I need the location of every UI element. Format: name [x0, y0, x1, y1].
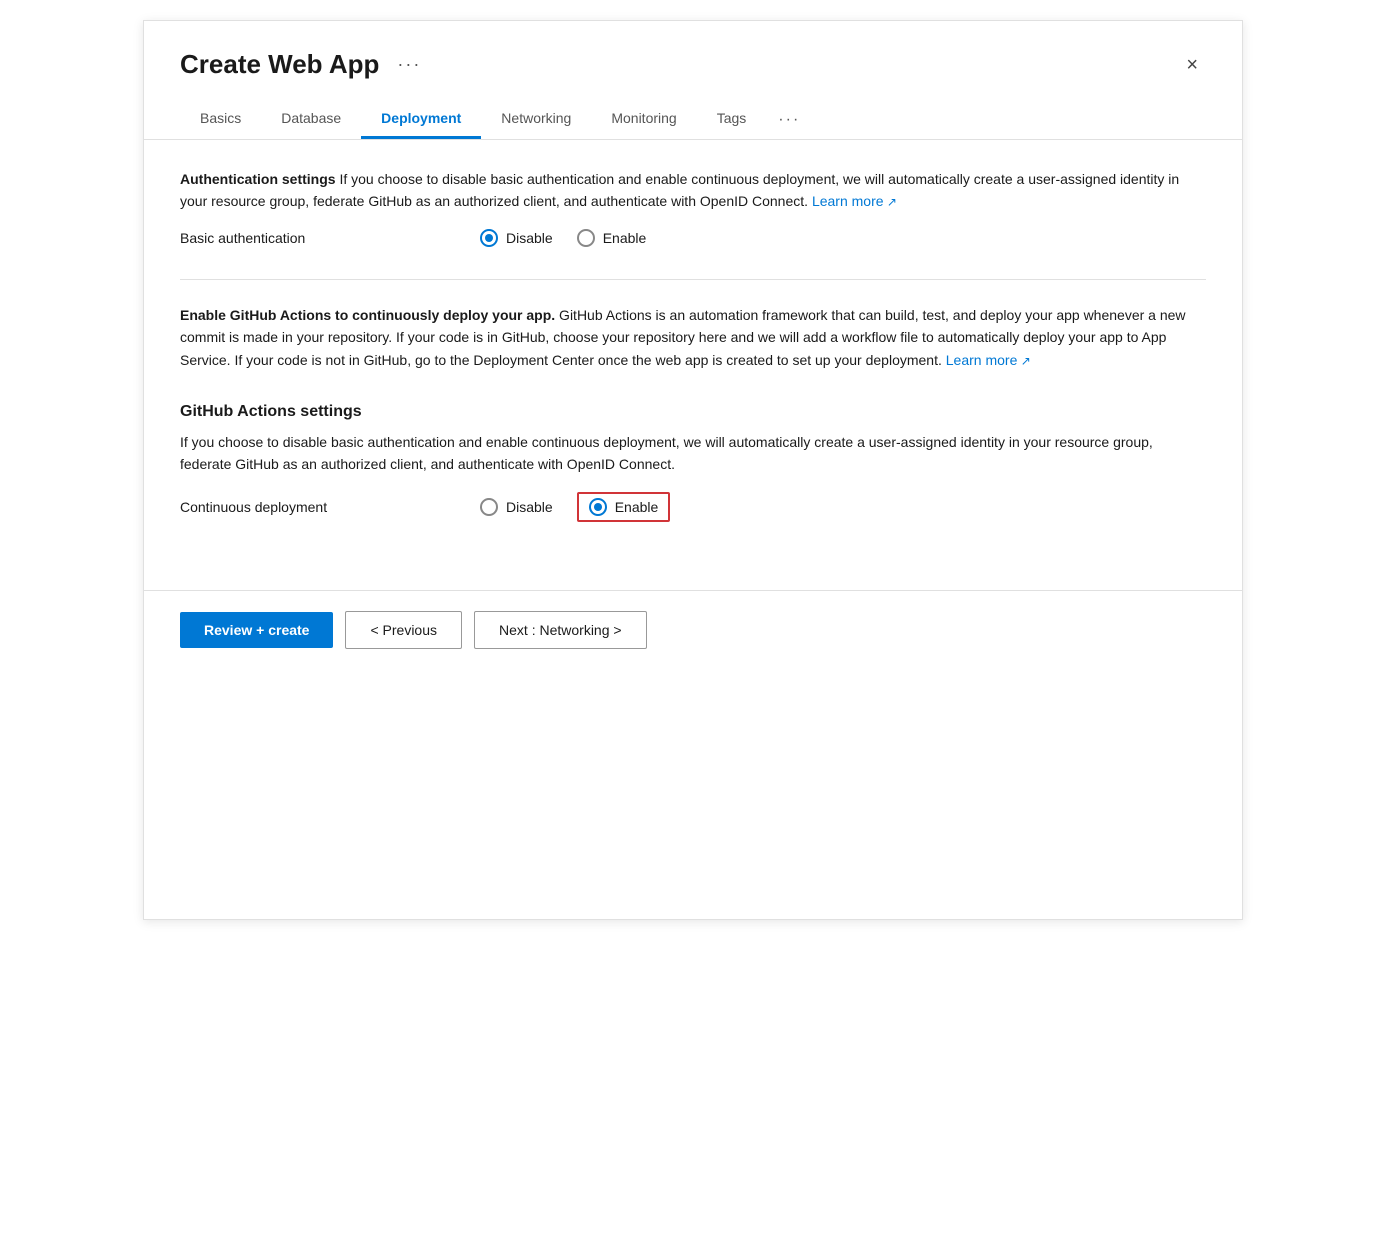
more-options-button[interactable]: ···	[391, 50, 427, 79]
tabs-more-button[interactable]: ···	[766, 101, 812, 139]
review-create-button[interactable]: Review + create	[180, 612, 333, 648]
github-actions-settings-section: GitHub Actions settings If you choose to…	[180, 403, 1206, 522]
create-web-app-dialog: Create Web App ··· × Basics Database Dep…	[143, 20, 1243, 920]
continuous-deployment-disable-label: Disable	[506, 499, 553, 515]
basic-auth-field-row: Basic authentication Disable Enable	[180, 229, 1206, 247]
footer: Review + create < Previous Next : Networ…	[144, 590, 1242, 669]
tab-tags[interactable]: Tags	[697, 100, 767, 139]
github-actions-settings-title: GitHub Actions settings	[180, 403, 1206, 421]
auth-settings-title: Authentication settings	[180, 171, 336, 187]
auth-settings-description: Authentication settings If you choose to…	[180, 168, 1206, 213]
basic-auth-enable-label: Enable	[603, 230, 647, 246]
close-button[interactable]: ×	[1178, 51, 1206, 79]
tab-networking[interactable]: Networking	[481, 100, 591, 139]
github-actions-section: Enable GitHub Actions to continuously de…	[180, 304, 1206, 371]
continuous-deployment-enable-radio[interactable]	[589, 498, 607, 516]
basic-auth-disable-radio[interactable]	[480, 229, 498, 247]
continuous-deployment-radio-group: Disable Enable	[480, 492, 670, 522]
github-actions-settings-description: If you choose to disable basic authentic…	[180, 431, 1206, 476]
title-row: Create Web App ···	[180, 49, 427, 80]
tabs-container: Basics Database Deployment Networking Mo…	[144, 80, 1242, 140]
tab-database[interactable]: Database	[261, 100, 361, 139]
tab-basics[interactable]: Basics	[180, 100, 261, 139]
dialog-header: Create Web App ··· ×	[144, 21, 1242, 80]
content-area: Authentication settings If you choose to…	[144, 140, 1242, 590]
basic-auth-disable-option[interactable]: Disable	[480, 229, 553, 247]
auth-learn-more-link[interactable]: Learn more	[812, 193, 897, 209]
continuous-deployment-enable-option[interactable]: Enable	[577, 492, 671, 522]
auth-settings-section: Authentication settings If you choose to…	[180, 168, 1206, 247]
continuous-deployment-disable-option[interactable]: Disable	[480, 498, 553, 516]
continuous-deployment-label: Continuous deployment	[180, 499, 400, 515]
continuous-deployment-enable-label: Enable	[615, 499, 659, 515]
tab-deployment[interactable]: Deployment	[361, 100, 481, 139]
continuous-deployment-field-row: Continuous deployment Disable Enable	[180, 492, 1206, 522]
basic-auth-enable-option[interactable]: Enable	[577, 229, 647, 247]
github-actions-title: Enable GitHub Actions to continuously de…	[180, 307, 555, 323]
basic-auth-label: Basic authentication	[180, 230, 400, 246]
continuous-deployment-disable-radio[interactable]	[480, 498, 498, 516]
divider-1	[180, 279, 1206, 280]
github-learn-more-link[interactable]: Learn more	[946, 352, 1031, 368]
basic-auth-enable-radio[interactable]	[577, 229, 595, 247]
tab-monitoring[interactable]: Monitoring	[591, 100, 696, 139]
next-button[interactable]: Next : Networking >	[474, 611, 647, 649]
basic-auth-disable-label: Disable	[506, 230, 553, 246]
github-actions-description: Enable GitHub Actions to continuously de…	[180, 304, 1206, 371]
basic-auth-radio-group: Disable Enable	[480, 229, 646, 247]
previous-button[interactable]: < Previous	[345, 611, 462, 649]
dialog-title: Create Web App	[180, 49, 379, 80]
